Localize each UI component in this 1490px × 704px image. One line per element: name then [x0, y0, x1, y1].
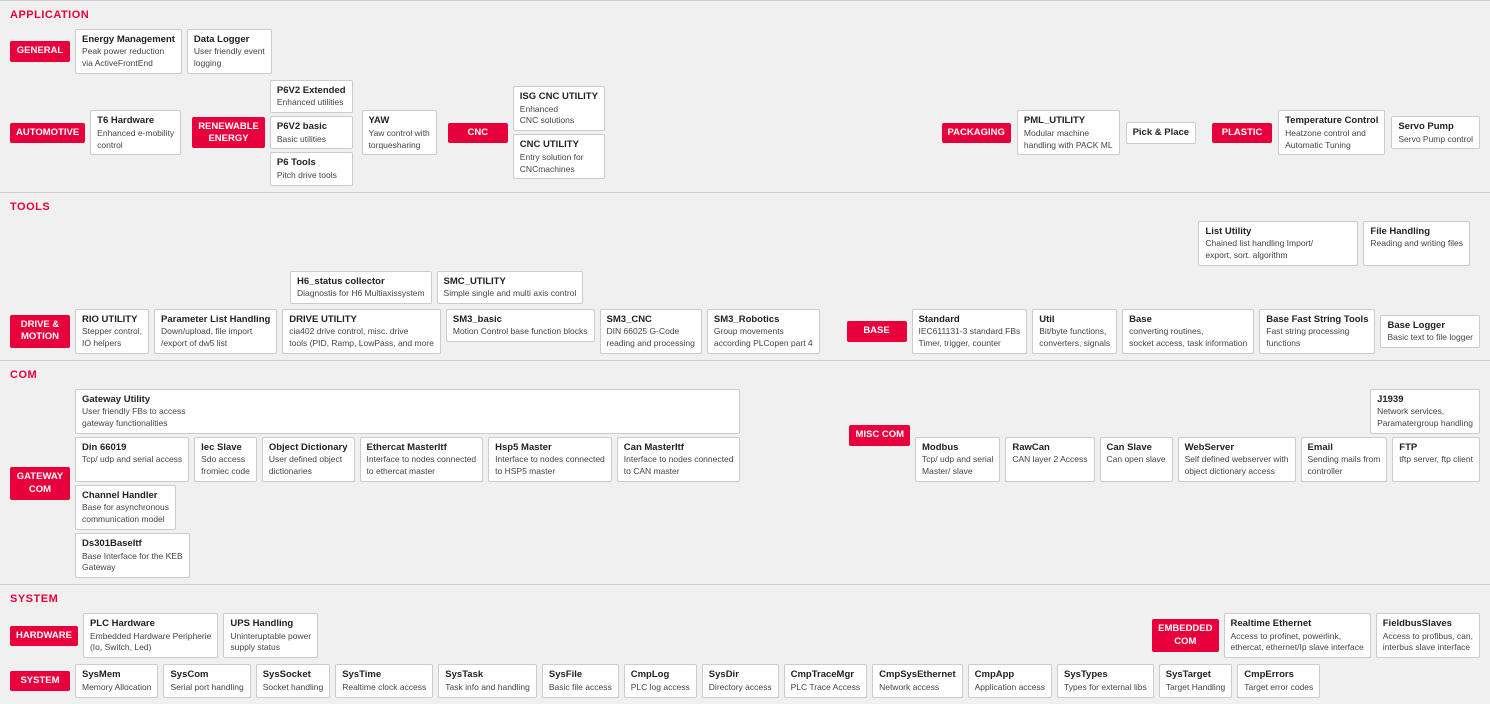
- plc-hardware-box: PLC Hardware Embedded Hardware Peripheri…: [83, 613, 218, 658]
- cmptracemgr-box: CmpTraceMgr PLC Trace Access: [784, 664, 867, 697]
- ds301baseitf-box: Ds301BaseItf Base Interface for the KEB …: [75, 533, 190, 578]
- sysdir-box: SysDir Directory access: [702, 664, 779, 697]
- rio-utility-box: RIO UTILITY Stepper control, IO helpers: [75, 309, 149, 354]
- util-box: Util Bit/byte functions, converters, sig…: [1032, 309, 1117, 354]
- misc-com-badge: MISC COM: [849, 425, 910, 445]
- system-title: SYSTEM: [10, 593, 1480, 605]
- systarget-box: SysTarget Target Handling: [1159, 664, 1233, 697]
- t6-hardware-box: T6 Hardware Enhanced e-mobility control: [90, 110, 181, 155]
- data-logger-box: Data Logger User friendly event logging: [187, 29, 272, 74]
- base-box: Base converting routines, socket access,…: [1122, 309, 1254, 354]
- sm3-basic-box: SM3_basic Motion Control base function b…: [446, 309, 595, 342]
- modbus-box: Modbus Tcp/ udp and serial Master/ slave: [915, 437, 1000, 482]
- systask-box: SysTask Task info and handling: [438, 664, 537, 697]
- systypes-box: SysTypes Types for external libs: [1057, 664, 1154, 697]
- ethercat-masteritf-box: Ethercat MasterItf Interface to nodes co…: [360, 437, 484, 482]
- sysfile-box: SysFile Basic file access: [542, 664, 619, 697]
- sm3-cnc-box: SM3_CNC DIN 66025 G-Code reading and pro…: [600, 309, 702, 354]
- h6-status-box: H6_status collector Diagnostis for H6 Mu…: [290, 271, 432, 304]
- hardware-badge: HARDWARE: [10, 626, 78, 646]
- automotive-badge: AUTOMOTIVE: [10, 123, 85, 143]
- pick-place-box: Pick & Place: [1126, 122, 1197, 143]
- cmpapp-box: CmpApp Application access: [968, 664, 1052, 697]
- system-section: SYSTEM HARDWARE PLC Hardware Embedded Ha…: [0, 584, 1490, 703]
- cmplog-box: CmpLog PLC log access: [624, 664, 697, 697]
- file-handling-box: File Handling Reading and writing files: [1363, 221, 1470, 266]
- email-box: Email Sending mails from controller: [1301, 437, 1388, 482]
- hsp5-master-box: Hsp5 Master Interface to nodes connected…: [488, 437, 612, 482]
- com-title: COM: [10, 369, 1480, 381]
- application-title: APPLICATION: [10, 9, 1480, 21]
- cmperrors-box: CmpErrors Target error codes: [1237, 664, 1320, 697]
- base-logger-box: Base Logger Basic text to file logger: [1380, 315, 1480, 348]
- channel-handler-box: Channel Handler Base for asynchronous co…: [75, 485, 176, 530]
- can-slave-box: Can Slave Can open slave: [1100, 437, 1173, 482]
- system-badge: SYSTEM: [10, 671, 70, 691]
- j1939-box: J1939 Network services, Paramatergroup h…: [1370, 389, 1480, 434]
- energy-management-box: Energy Management Peak power reduction v…: [75, 29, 182, 74]
- cmpsysethernet-box: CmpSysEthernet Network access: [872, 664, 963, 697]
- webserver-box: WebServer Self defined webserver with ob…: [1178, 437, 1296, 482]
- base-badge: BASE: [847, 321, 907, 341]
- sm3-robotics-box: SM3_Robotics Group movements according P…: [707, 309, 820, 354]
- gateway-badge: GATEWAY COM: [10, 467, 70, 500]
- ftp-box: FTP tftp server, ftp client: [1392, 437, 1480, 482]
- base-fast-string-box: Base Fast String Tools Fast string proce…: [1259, 309, 1375, 354]
- packaging-badge: PACKAGING: [942, 123, 1011, 143]
- list-utility-box: List Utility Chained list handling Impor…: [1198, 221, 1358, 266]
- yaw-box: YAW Yaw control with torquesharing: [362, 110, 437, 155]
- din66019-box: Din 66019 Tcp/ udp and serial access: [75, 437, 189, 482]
- systime-box: SysTime Realtime clock access: [335, 664, 433, 697]
- p6v2-extended-box: P6V2 Extended Enhanced utilities: [270, 80, 353, 113]
- parameter-list-box: Parameter List Handling Down/upload, fil…: [154, 309, 277, 354]
- application-section: APPLICATION GENERAL Energy Management Pe…: [0, 0, 1490, 192]
- object-dictionary-box: Object Dictionary User defined object di…: [262, 437, 355, 482]
- standard-box: Standard IEC611131-3 standard FBs Timer,…: [912, 309, 1028, 354]
- gateway-utility-box: Gateway Utility User friendly FBs to acc…: [75, 389, 740, 434]
- embedded-com-badge: EMBEDDED COM: [1152, 619, 1218, 652]
- can-masteritf-box: Can MasterItf Interface to nodes connect…: [617, 437, 741, 482]
- drive-motion-badge: DRIVE & MOTION: [10, 315, 70, 348]
- drive-utility-box: DRIVE UTILITY cia402 drive control, misc…: [282, 309, 441, 354]
- plastic-badge: PLASTIC: [1212, 123, 1272, 143]
- p6-tools-box: P6 Tools Pitch drive tools: [270, 152, 353, 185]
- renewable-badge: RENEWABLE ENERGY: [192, 117, 265, 148]
- tools-title: TOOLS: [10, 201, 1480, 213]
- iec-slave-box: Iec Slave Sdo access fromiec code: [194, 437, 257, 482]
- servo-pump-box: Servo Pump Servo Pump control: [1391, 116, 1480, 149]
- isg-cnc-box: ISG CNC UTILITY Enhanced CNC solutions: [513, 86, 605, 131]
- general-badge: GENERAL: [10, 41, 70, 61]
- rawcan-box: RawCan CAN layer 2 Access: [1005, 437, 1094, 482]
- realtime-ethernet-box: Realtime Ethernet Access to profinet, po…: [1224, 613, 1371, 658]
- ups-handling-box: UPS Handling Uninteruptable power supply…: [223, 613, 318, 658]
- com-section: COM GATEWAY COM Gateway Utility User fri…: [0, 360, 1490, 584]
- sysmem-box: SysMem Memory Allocation: [75, 664, 158, 697]
- syscom-box: SysCom Serial port handling: [163, 664, 250, 697]
- pml-utility-box: PML_UTILITY Modular machine handling wit…: [1017, 110, 1120, 155]
- p6v2-basic-box: P6V2 basic Basic utilities: [270, 116, 353, 149]
- tools-section: TOOLS List Utility Chained list handling…: [0, 192, 1490, 360]
- temperature-control-box: Temperature Control Heatzone control and…: [1278, 110, 1385, 155]
- fieldbus-slaves-box: FieldbusSlaves Access to profibus, can, …: [1376, 613, 1480, 658]
- smc-utility-box: SMC_UTILITY Simple single and multi axis…: [437, 271, 584, 304]
- syssocket-box: SysSocket Socket handling: [256, 664, 331, 697]
- cnc-utility-box: CNC UTILITY Entry solution for CNCmachin…: [513, 134, 605, 179]
- cnc-badge: CNC: [448, 123, 508, 143]
